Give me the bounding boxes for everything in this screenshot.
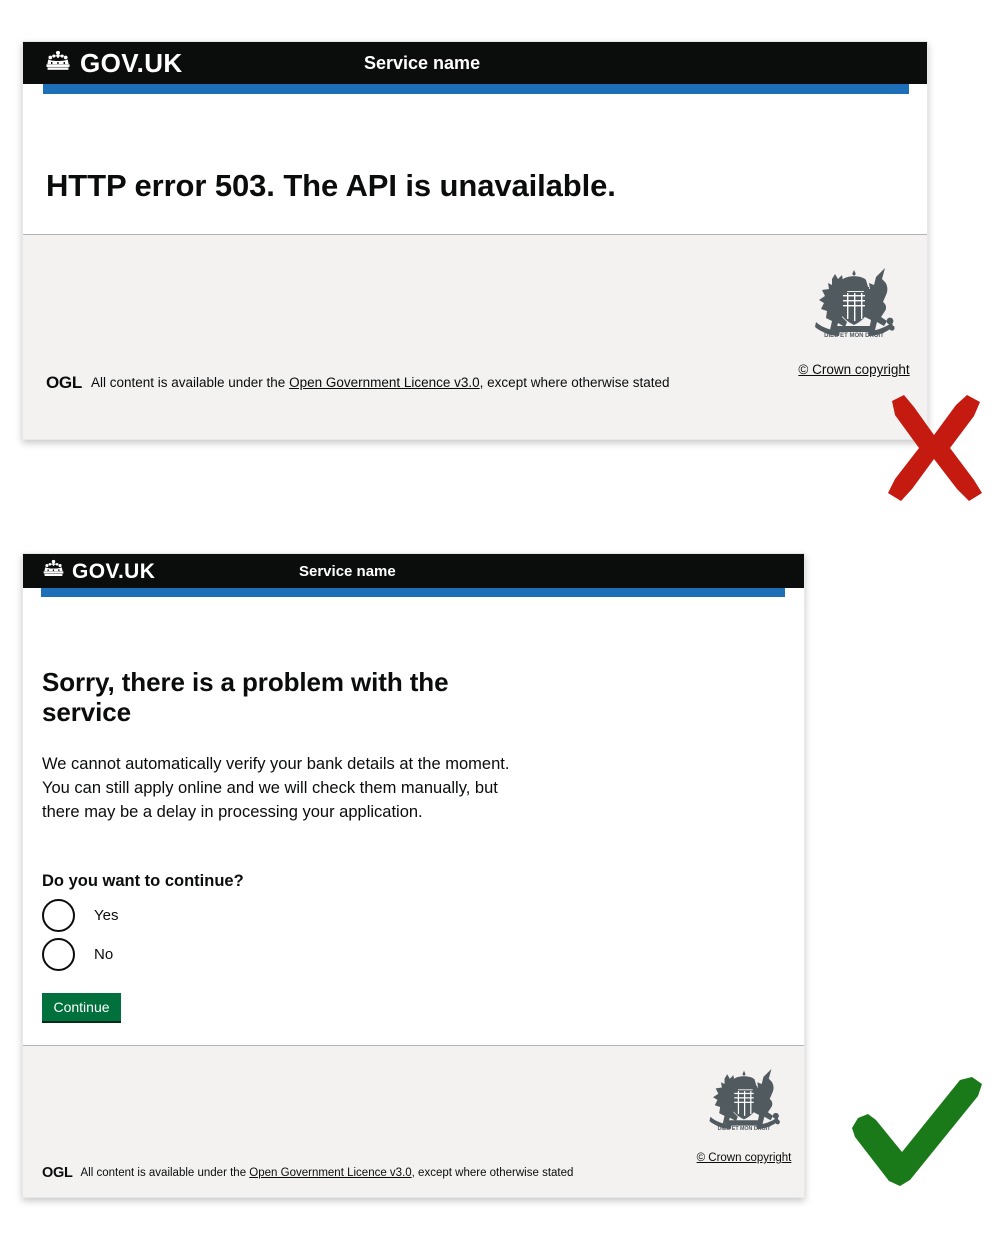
- crown-icon: [41, 559, 66, 583]
- radio-label-yes: Yes: [94, 907, 119, 924]
- question-legend: Do you want to continue?: [42, 872, 244, 890]
- good-example-panel: GOV.UK Service name Sorry, there is a pr…: [22, 553, 805, 1198]
- ogl-badge-good: OGL: [42, 1165, 73, 1181]
- bad-example-panel: GOV.UK Service name HTTP error 503. The …: [22, 41, 928, 440]
- svg-text:DIEU ET MON DROIT: DIEU ET MON DROIT: [824, 333, 884, 339]
- licence-prefix-good: All content is available under the: [80, 1167, 250, 1180]
- service-name-bad[interactable]: Service name: [364, 54, 480, 72]
- radio-label-no: No: [94, 946, 114, 963]
- royal-coat-of-arms-icon: DIEU ET MON DROIT: [709, 1068, 780, 1132]
- govuk-logo-good[interactable]: GOV.UK: [41, 559, 155, 583]
- footer-licence-row-bad: OGL All content is available under the O…: [46, 374, 670, 391]
- crest-block-good: DIEU ET MON DROIT © Crown copyright: [680, 1068, 808, 1164]
- ogl-badge-bad: OGL: [46, 373, 82, 392]
- page-heading-good: Sorry, there is a problem with the servi…: [42, 667, 449, 728]
- govuk-footer-good: DIEU ET MON DROIT © Crown copyright OGL …: [23, 1045, 804, 1197]
- crown-copyright-link-bad[interactable]: © Crown copyright: [780, 362, 928, 377]
- radio-circle-no[interactable]: [42, 938, 75, 971]
- crest-block-bad: DIEU ET MON DROIT © Crown copyright: [780, 267, 928, 377]
- govuk-header-bad: GOV.UK Service name: [23, 42, 927, 84]
- cross-mark: [876, 393, 994, 507]
- page-heading-bad: HTTP error 503. The API is unavailable.: [46, 168, 616, 203]
- crown-copyright-link-good[interactable]: © Crown copyright: [680, 1152, 808, 1164]
- good-example-content: Sorry, there is a problem with the servi…: [23, 588, 804, 1038]
- footer-licence-text-bad: All content is available under the Open …: [91, 375, 670, 390]
- royal-coat-of-arms-icon: DIEU ET MON DROIT: [815, 268, 895, 339]
- radio-option-yes[interactable]: Yes: [42, 899, 118, 932]
- crown-icon: [43, 50, 73, 77]
- govuk-wordmark-bad: GOV.UK: [80, 48, 183, 78]
- govuk-header-good: GOV.UK Service name: [23, 554, 804, 588]
- svg-text:DIEU ET MON DROIT: DIEU ET MON DROIT: [718, 1126, 771, 1132]
- govuk-footer-bad: DIEU ET MON DROIT © Crown copyright OGL …: [23, 234, 927, 439]
- service-name-good[interactable]: Service name: [299, 564, 396, 579]
- licence-suffix-bad: , except where otherwise stated: [479, 375, 670, 390]
- govuk-wordmark-good: GOV.UK: [72, 559, 156, 583]
- licence-suffix-good: , except where otherwise stated: [411, 1167, 574, 1180]
- open-government-licence-link-bad[interactable]: Open Government Licence v3.0: [289, 375, 480, 390]
- govuk-logo-bad[interactable]: GOV.UK: [43, 50, 183, 77]
- footer-licence-row-good: OGL All content is available under the O…: [42, 1166, 573, 1181]
- licence-prefix-bad: All content is available under the: [90, 375, 290, 390]
- tick-mark: [848, 1068, 990, 1188]
- body-paragraph-good: We cannot automatically verify your bank…: [42, 755, 510, 821]
- footer-licence-text-good: All content is available under the Open …: [81, 1167, 574, 1179]
- radio-circle-yes[interactable]: [42, 899, 75, 932]
- continue-button[interactable]: Continue: [42, 993, 121, 1021]
- open-government-licence-link-good[interactable]: Open Government Licence v3.0: [249, 1167, 411, 1179]
- radio-option-no[interactable]: No: [42, 938, 113, 971]
